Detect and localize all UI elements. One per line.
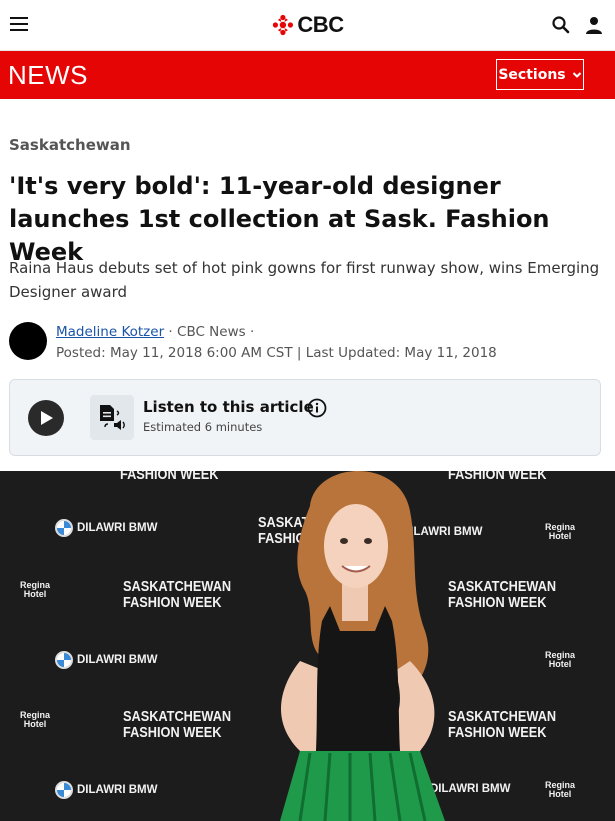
listen-estimate: Estimated 6 minutes xyxy=(143,420,263,434)
sections-dropdown-button[interactable]: Sections xyxy=(496,59,584,90)
news-section-title[interactable]: NEWS xyxy=(8,60,88,91)
article-category[interactable]: Saskatchewan xyxy=(9,136,131,154)
backdrop-hotel-logo: Regina Hotel xyxy=(20,580,51,599)
top-navigation-bar: CBC xyxy=(0,0,615,51)
sections-label: Sections xyxy=(498,66,566,83)
info-icon[interactable] xyxy=(307,398,327,418)
author-link[interactable]: Madeline Kotzer xyxy=(56,324,164,340)
article-hero-photo: FASHION WEEK FASHION WEEK DILAWRI BMW DI… xyxy=(0,471,615,821)
user-icon[interactable] xyxy=(584,15,604,35)
listen-title: Listen to this article xyxy=(143,398,314,416)
publish-dates: Posted: May 11, 2018 6:00 AM CST | Last … xyxy=(56,345,497,361)
cbc-logo[interactable]: CBC xyxy=(271,12,344,38)
listen-to-article-panel: Listen to this article Estimated 6 minut… xyxy=(9,379,601,456)
article-headline: 'It's very bold': 11-year-old designer l… xyxy=(9,172,550,266)
news-section-bar: NEWS Sections xyxy=(0,51,615,99)
girl-portrait-figure xyxy=(280,471,445,821)
search-icon[interactable] xyxy=(551,15,571,35)
play-icon xyxy=(41,411,53,425)
backdrop-sponsor-logo: DILAWRI BMW xyxy=(55,781,157,799)
article-dek: Raina Haus debuts set of hot pink gowns … xyxy=(9,259,600,301)
author-avatar xyxy=(9,322,47,360)
cbc-gem-icon xyxy=(272,14,293,36)
byline-source: · CBC News · xyxy=(164,324,255,340)
hamburger-menu-icon[interactable] xyxy=(10,17,28,31)
backdrop-event-text: SASKATCHEWANFASHION WEEK xyxy=(123,708,232,741)
backdrop-hotel-logo: Regina Hotel xyxy=(20,710,51,729)
backdrop-event-text: FASHION WEEK xyxy=(120,471,219,483)
byline: Madeline Kotzer · CBC News · Posted: May… xyxy=(56,322,497,364)
bmw-roundel-icon xyxy=(55,781,73,799)
chevron-down-icon xyxy=(572,71,581,78)
logo-wordmark: CBC xyxy=(297,12,344,37)
play-audio-button[interactable] xyxy=(28,400,64,436)
document-audio-icon xyxy=(90,395,134,440)
bmw-roundel-icon xyxy=(55,519,73,537)
backdrop-sponsor-logo: DILAWRI BMW xyxy=(55,651,157,669)
bmw-roundel-icon xyxy=(55,651,73,669)
backdrop-sponsor-logo: DILAWRI BMW xyxy=(55,519,157,537)
backdrop-event-text: SASKATCHEWANFASHION WEEK xyxy=(123,578,232,611)
